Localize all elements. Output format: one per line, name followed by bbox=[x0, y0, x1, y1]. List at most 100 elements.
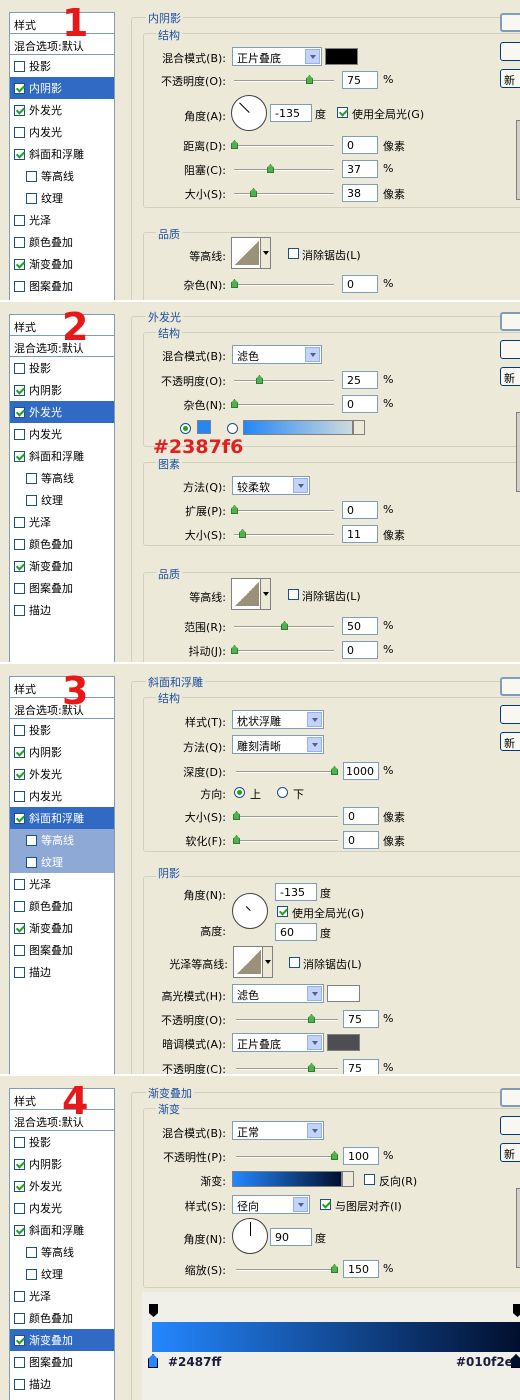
checkbox[interactable] bbox=[14, 812, 25, 824]
checkbox[interactable] bbox=[14, 384, 25, 396]
style-item-inner-shadow[interactable]: 内阴影 bbox=[10, 1153, 114, 1175]
jitter-slider[interactable] bbox=[231, 645, 334, 654]
technique-select[interactable]: 较柔软 bbox=[232, 476, 310, 495]
new-style-button[interactable]: 新 bbox=[500, 367, 520, 386]
checkbox[interactable] bbox=[14, 538, 25, 550]
shadow-opacity-input[interactable]: 75 bbox=[343, 1059, 379, 1074]
checkbox[interactable] bbox=[14, 966, 25, 978]
glow-color-swatch[interactable] bbox=[197, 420, 211, 434]
style-item-inner-glow[interactable]: 内发光 bbox=[10, 121, 114, 143]
glow-gradient-swatch[interactable] bbox=[243, 420, 353, 435]
cancel-button[interactable] bbox=[500, 42, 520, 61]
direction-up-radio[interactable] bbox=[234, 787, 245, 798]
checkbox[interactable] bbox=[14, 1356, 25, 1368]
style-item-texture[interactable]: 纹理 bbox=[10, 851, 114, 873]
new-style-button[interactable]: 新 bbox=[500, 732, 520, 751]
checkbox[interactable] bbox=[14, 1158, 25, 1170]
style-item-inner-glow[interactable]: 内发光 bbox=[10, 785, 114, 807]
highlight-opacity-input[interactable]: 75 bbox=[343, 1010, 379, 1028]
gloss-contour-picker[interactable] bbox=[233, 946, 273, 978]
gradient-picker[interactable] bbox=[232, 1171, 342, 1187]
checkbox[interactable] bbox=[14, 450, 25, 462]
checkbox[interactable] bbox=[14, 516, 25, 528]
gradient-bar[interactable] bbox=[152, 1322, 520, 1352]
checkbox[interactable] bbox=[14, 1378, 25, 1390]
checkbox[interactable] bbox=[14, 900, 25, 912]
range-input[interactable]: 50 bbox=[342, 617, 378, 635]
checkbox[interactable] bbox=[14, 148, 25, 160]
align-with-layer-checkbox[interactable] bbox=[320, 1199, 331, 1210]
style-item-gradient-overlay[interactable]: 渐变叠加 bbox=[10, 555, 114, 577]
chevron-down-icon[interactable] bbox=[307, 712, 322, 727]
style-item-gradient-overlay[interactable]: 渐变叠加 bbox=[10, 253, 114, 275]
checkbox[interactable] bbox=[14, 878, 25, 890]
style-select[interactable]: 枕状浮雕 bbox=[232, 710, 324, 729]
soften-slider[interactable] bbox=[233, 835, 338, 844]
style-item-outer-glow[interactable]: 外发光 bbox=[10, 401, 114, 423]
noise-slider[interactable] bbox=[231, 399, 334, 408]
highlight-mode-select[interactable]: 滤色 bbox=[232, 984, 324, 1003]
opacity-input[interactable]: 100 bbox=[343, 1147, 379, 1165]
angle-input[interactable]: 90 bbox=[270, 1228, 312, 1246]
checkbox[interactable] bbox=[26, 170, 37, 182]
angle-input[interactable]: -135 bbox=[275, 883, 317, 901]
style-item-drop-shadow[interactable]: 投影 bbox=[10, 55, 114, 77]
checkbox[interactable] bbox=[14, 724, 25, 736]
style-item-color-overlay[interactable]: 颜色叠加 bbox=[10, 895, 114, 917]
direction-down-radio[interactable] bbox=[277, 787, 288, 798]
chevron-down-icon[interactable] bbox=[307, 1123, 322, 1138]
size-input[interactable]: 11 bbox=[342, 525, 378, 543]
checkbox[interactable] bbox=[26, 192, 37, 204]
style-item-stroke[interactable]: 描边 bbox=[10, 599, 114, 621]
checkbox[interactable] bbox=[14, 258, 25, 270]
style-item-gradient-overlay[interactable]: 渐变叠加 bbox=[10, 1329, 114, 1351]
chevron-down-icon[interactable] bbox=[260, 238, 270, 268]
antialias-checkbox[interactable] bbox=[289, 957, 300, 968]
opacity-slider[interactable] bbox=[234, 375, 334, 384]
style-item-satin[interactable]: 光泽 bbox=[10, 873, 114, 895]
solid-color-radio[interactable] bbox=[180, 423, 191, 434]
style-item-contour[interactable]: 等高线 bbox=[10, 1241, 114, 1263]
style-item-pattern-overlay[interactable]: 图案叠加 bbox=[10, 275, 114, 297]
style-item-stroke[interactable]: 描边 bbox=[10, 1373, 114, 1395]
style-select[interactable]: 径向 bbox=[232, 1195, 310, 1214]
style-item-inner-shadow[interactable]: 内阴影 bbox=[10, 77, 114, 99]
checkbox[interactable] bbox=[14, 1312, 25, 1324]
antialias-checkbox[interactable] bbox=[288, 248, 299, 259]
chevron-down-icon[interactable] bbox=[260, 579, 270, 609]
style-item-satin[interactable]: 光泽 bbox=[10, 1285, 114, 1307]
checkbox[interactable] bbox=[14, 1180, 25, 1192]
checkbox[interactable] bbox=[26, 494, 37, 506]
checkbox[interactable] bbox=[14, 1334, 25, 1346]
style-item-bevel-emboss[interactable]: 斜面和浮雕 bbox=[10, 807, 114, 829]
new-style-button[interactable]: 新 bbox=[500, 69, 520, 88]
noise-input[interactable]: 0 bbox=[342, 395, 378, 413]
noise-input[interactable]: 0 bbox=[342, 275, 378, 293]
style-item-bevel-emboss[interactable]: 斜面和浮雕 bbox=[10, 143, 114, 165]
size-slider[interactable] bbox=[233, 811, 338, 820]
checkbox[interactable] bbox=[14, 1224, 25, 1236]
choke-slider[interactable] bbox=[234, 164, 334, 173]
style-item-bevel-emboss[interactable]: 斜面和浮雕 bbox=[10, 1219, 114, 1241]
scale-slider[interactable] bbox=[236, 1264, 338, 1273]
angle-dial[interactable] bbox=[232, 893, 268, 929]
angle-dial[interactable] bbox=[232, 1218, 268, 1254]
style-item-inner-shadow[interactable]: 内阴影 bbox=[10, 741, 114, 763]
angle-dial[interactable] bbox=[231, 95, 267, 131]
antialias-checkbox[interactable] bbox=[288, 589, 299, 600]
style-item-stroke[interactable]: 描边 bbox=[10, 961, 114, 983]
opacity-slider[interactable] bbox=[236, 1151, 338, 1160]
size-input[interactable]: 0 bbox=[343, 807, 379, 825]
style-item-drop-shadow[interactable]: 投影 bbox=[10, 357, 114, 379]
chevron-down-icon[interactable] bbox=[353, 420, 365, 435]
checkbox[interactable] bbox=[14, 428, 25, 440]
checkbox[interactable] bbox=[14, 560, 25, 572]
checkbox[interactable] bbox=[14, 1290, 25, 1302]
size-slider[interactable] bbox=[234, 188, 334, 197]
style-item-inner-shadow[interactable]: 内阴影 bbox=[10, 379, 114, 401]
style-item-satin[interactable]: 光泽 bbox=[10, 511, 114, 533]
chevron-down-icon[interactable] bbox=[293, 478, 308, 493]
style-item-outer-glow[interactable]: 外发光 bbox=[10, 99, 114, 121]
scale-input[interactable]: 150 bbox=[343, 1260, 379, 1278]
checkbox[interactable] bbox=[14, 790, 25, 802]
